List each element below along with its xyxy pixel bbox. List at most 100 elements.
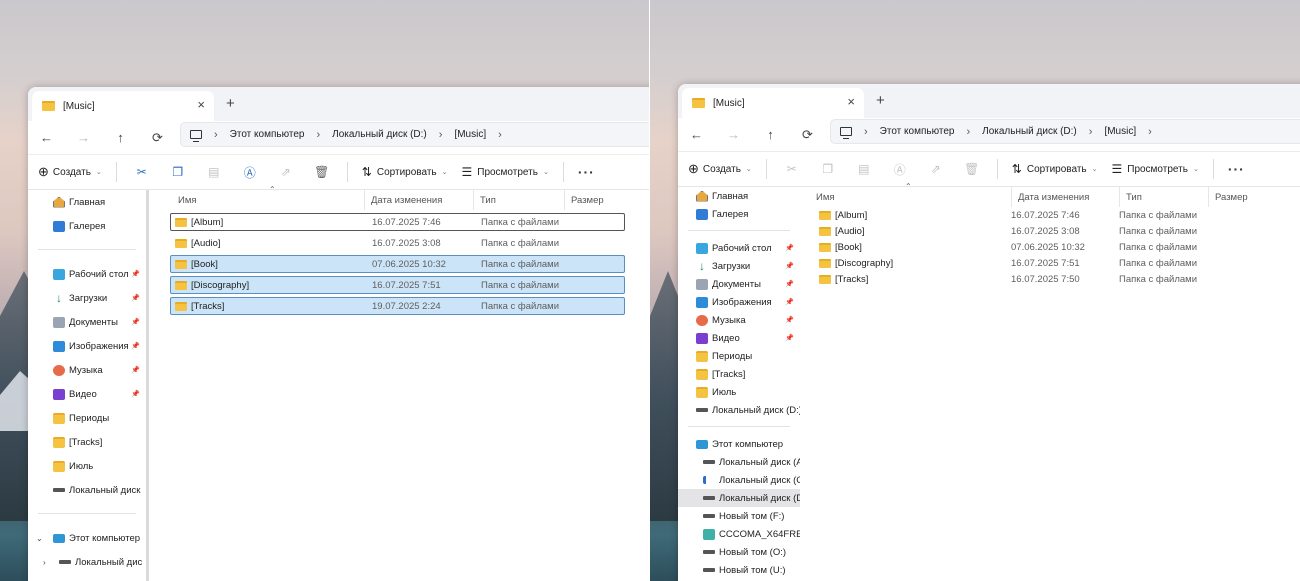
- column-type[interactable]: Тип: [474, 190, 565, 210]
- sidebar-item[interactable]: Локальный диск (C:: [678, 471, 800, 489]
- rename-icon[interactable]: Ⓐ: [889, 161, 911, 178]
- sidebar-item[interactable]: Музыка 📌: [28, 358, 146, 382]
- sidebar-item[interactable]: Июль: [678, 383, 800, 401]
- sidebar-item[interactable]: Рабочий стол 📌: [678, 239, 800, 257]
- create-button[interactable]: ⊕ Создать ⌄: [688, 161, 752, 177]
- sidebar-item[interactable]: Локальный диск: [28, 478, 146, 502]
- table-row[interactable]: [Audio] 16.07.2025 3:08 Папка с файлами: [170, 234, 625, 252]
- back-button[interactable]: ←: [678, 127, 715, 142]
- cut-icon[interactable]: ✂: [781, 162, 803, 176]
- table-row[interactable]: [Album] 16.07.2025 7:46 Папка с файлами: [170, 213, 625, 231]
- column-name[interactable]: Имя: [152, 190, 365, 210]
- sidebar-item[interactable]: Документы 📌: [28, 310, 146, 334]
- table-row[interactable]: [Audio] 16.07.2025 3:08 Папка с файлами: [814, 224, 1300, 239]
- breadcrumb-drive-d[interactable]: Локальный диск (D:): [332, 129, 427, 140]
- breadcrumb-music[interactable]: [Music]: [454, 129, 486, 140]
- create-button[interactable]: ⊕ Создать ⌄: [38, 164, 102, 180]
- sidebar-item[interactable]: Галерея: [28, 214, 146, 238]
- sidebar-item[interactable]: Главная: [678, 187, 800, 205]
- column-type[interactable]: Тип: [1120, 187, 1209, 207]
- tab-music[interactable]: [Music] ×: [32, 91, 214, 121]
- close-tab-icon[interactable]: ×: [197, 98, 205, 112]
- sidebar-item[interactable]: Локальный диск (A:: [678, 453, 800, 471]
- table-row[interactable]: [Tracks] 19.07.2025 2:24 Папка с файлами: [170, 297, 625, 315]
- sidebar-item[interactable]: Новый том (U:): [678, 561, 800, 579]
- share-icon[interactable]: ⇗: [275, 165, 297, 179]
- sidebar-item[interactable]: Рабочий стол 📌: [28, 262, 146, 286]
- sidebar-item[interactable]: Музыка 📌: [678, 311, 800, 329]
- sidebar-item[interactable]: Новый том (O:): [678, 543, 800, 561]
- tab-music[interactable]: [Music] ×: [682, 88, 864, 118]
- refresh-button[interactable]: ⟳: [789, 127, 826, 143]
- breadcrumb[interactable]: › Этот компьютер › Локальный диск (D:) ›…: [180, 122, 649, 147]
- sidebar-item[interactable]: Июль: [28, 454, 146, 478]
- table-row[interactable]: [Book] 07.06.2025 10:32 Папка с файлами: [814, 240, 1300, 255]
- chevron-right-icon[interactable]: ›: [43, 558, 46, 567]
- forward-button[interactable]: →: [715, 127, 752, 142]
- sort-button[interactable]: ⇅ Сортировать ⌄: [1012, 162, 1098, 176]
- chevron-down-icon: ⌄: [745, 166, 752, 173]
- column-size[interactable]: Размер: [1209, 187, 1269, 207]
- table-row[interactable]: [Discography] 16.07.2025 7:51 Папка с файл…: [170, 276, 625, 294]
- sidebar-item[interactable]: Этот компьютер: [678, 435, 800, 453]
- sidebar-item[interactable]: Локальный диск (D:: [678, 489, 800, 507]
- sidebar-item[interactable]: Главная: [28, 190, 146, 214]
- table-row[interactable]: [Tracks] 16.07.2025 7:50 Папка с файлами: [814, 272, 1300, 287]
- sidebar-item[interactable]: ⌄ Этот компьютер: [28, 526, 146, 550]
- share-icon[interactable]: ⇗: [925, 162, 947, 176]
- sidebar-item[interactable]: [Tracks]: [28, 430, 146, 454]
- sort-button[interactable]: ⇅ Сортировать ⌄: [362, 165, 448, 179]
- chevron-down-icon[interactable]: ⌄: [36, 534, 43, 543]
- sidebar-item[interactable]: Новый том (F:): [678, 507, 800, 525]
- rename-icon[interactable]: Ⓐ: [239, 164, 261, 181]
- up-button[interactable]: ↑: [102, 130, 139, 145]
- new-tab-button[interactable]: +: [226, 95, 235, 112]
- forward-button[interactable]: →: [65, 130, 102, 145]
- sidebar-item-label: Видео: [712, 332, 740, 344]
- table-row[interactable]: [Book] 07.06.2025 10:32 Папка с файлами: [170, 255, 625, 273]
- column-date[interactable]: Дата изменения: [1012, 187, 1120, 207]
- breadcrumb[interactable]: › Этот компьютер › Локальный диск (D:) ›…: [830, 119, 1300, 144]
- copy-icon[interactable]: ❐: [167, 165, 189, 179]
- column-size[interactable]: Размер: [565, 190, 625, 210]
- more-options-button[interactable]: ···: [1228, 161, 1245, 177]
- refresh-button[interactable]: ⟳: [139, 130, 176, 146]
- sidebar-item[interactable]: Периоды: [28, 406, 146, 430]
- paste-icon[interactable]: ▤: [203, 165, 225, 179]
- delete-icon[interactable]: 🗑: [311, 165, 333, 179]
- more-options-button[interactable]: ···: [578, 164, 595, 180]
- sidebar-item[interactable]: ↓ Загрузки 📌: [28, 286, 146, 310]
- sidebar-item[interactable]: Галерея: [678, 205, 800, 223]
- sidebar-item[interactable]: Видео 📌: [28, 382, 146, 406]
- pin-icon: 📌: [131, 319, 140, 326]
- breadcrumb-this-pc[interactable]: Этот компьютер: [230, 129, 305, 140]
- view-button[interactable]: ☰ Просмотреть ⌄: [1111, 162, 1198, 176]
- folder-icon: [819, 211, 831, 220]
- sidebar-item[interactable]: Изображения 📌: [678, 293, 800, 311]
- view-button[interactable]: ☰ Просмотреть ⌄: [461, 165, 548, 179]
- copy-icon[interactable]: ❐: [817, 162, 839, 176]
- breadcrumb-music[interactable]: [Music]: [1104, 126, 1136, 137]
- sidebar-item[interactable]: Документы 📌: [678, 275, 800, 293]
- navigation-scrollbar[interactable]: [146, 190, 149, 581]
- sidebar-item[interactable]: CCCOMA_X64FRE_R: [678, 525, 800, 543]
- breadcrumb-drive-d[interactable]: Локальный диск (D:): [982, 126, 1077, 137]
- sidebar-item[interactable]: [Tracks]: [678, 365, 800, 383]
- sidebar-item[interactable]: Изображения 📌: [28, 334, 146, 358]
- column-date[interactable]: Дата изменения: [365, 190, 474, 210]
- paste-icon[interactable]: ▤: [853, 162, 875, 176]
- back-button[interactable]: ←: [28, 130, 65, 145]
- new-tab-button[interactable]: +: [876, 92, 885, 109]
- sidebar-item[interactable]: Локальный диск (D:): [678, 401, 800, 419]
- sidebar-item[interactable]: Видео 📌: [678, 329, 800, 347]
- delete-icon[interactable]: 🗑: [961, 162, 983, 176]
- cut-icon[interactable]: ✂: [131, 165, 153, 179]
- sidebar-item[interactable]: Периоды: [678, 347, 800, 365]
- breadcrumb-this-pc[interactable]: Этот компьютер: [880, 126, 955, 137]
- close-tab-icon[interactable]: ×: [847, 95, 855, 109]
- sidebar-item[interactable]: › Локальный дис: [28, 550, 146, 574]
- up-button[interactable]: ↑: [752, 127, 789, 142]
- sidebar-item[interactable]: ↓ Загрузки 📌: [678, 257, 800, 275]
- table-row[interactable]: [Discography] 16.07.2025 7:51 Папка с файл…: [814, 256, 1300, 271]
- table-row[interactable]: [Album] 16.07.2025 7:46 Папка с файлами: [814, 208, 1300, 223]
